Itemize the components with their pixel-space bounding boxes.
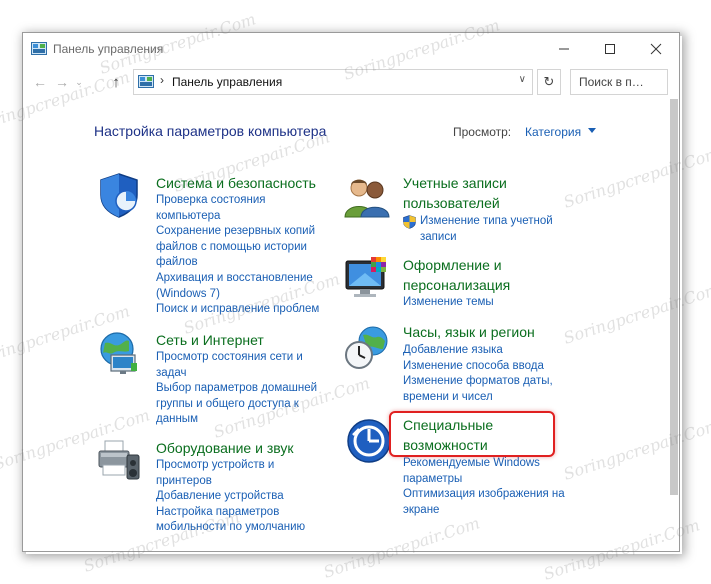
chevron-down-icon[interactable]: ∨ <box>519 74 526 85</box>
category-title-appearance-cont[interactable]: персонализация <box>403 275 510 295</box>
category-title-appearance[interactable]: Оформление и <box>403 255 502 275</box>
link-add-language[interactable]: Добавление языка <box>403 343 503 359</box>
red-highlight-box <box>389 411 555 457</box>
link-network-status[interactable]: Просмотр состояния сети и <box>156 350 303 366</box>
refresh-button[interactable]: ↻ <box>537 69 561 95</box>
link-change-input[interactable]: Изменение способа ввода <box>403 359 544 375</box>
window-title: Панель управления <box>53 42 164 56</box>
shield-icon[interactable] <box>95 171 143 219</box>
back-button[interactable]: ← <box>31 72 49 92</box>
link-devices-printers-cont[interactable]: принтеров <box>156 474 212 490</box>
up-button[interactable]: ↑ <box>107 72 125 92</box>
category-title-hardware[interactable]: Оборудование и звук <box>156 438 294 458</box>
link-change-formats[interactable]: Изменение форматов даты, <box>403 374 553 390</box>
arrow-right-icon: → <box>55 74 69 90</box>
arrow-up-icon: ↑ <box>112 73 120 91</box>
refresh-icon: ↻ <box>543 74 555 89</box>
caret-down-icon[interactable] <box>588 128 596 133</box>
link-check-status-cont[interactable]: компьютера <box>156 209 220 225</box>
link-change-account-type-cont[interactable]: записи <box>420 230 457 246</box>
link-file-history[interactable]: Сохранение резервных копий <box>156 224 315 240</box>
link-optimize-display[interactable]: Оптимизация изображения на <box>403 487 565 503</box>
link-file-history-cont[interactable]: файлов с помощью истории <box>156 240 307 256</box>
page-title: Настройка параметров компьютера <box>94 123 327 139</box>
network-globe-icon[interactable] <box>95 329 143 377</box>
link-recommended-settings-cont[interactable]: параметры <box>403 472 462 488</box>
users-icon[interactable] <box>343 173 391 221</box>
link-mobility-settings[interactable]: Настройка параметров <box>156 505 279 521</box>
search-input[interactable]: Поиск в п… <box>570 69 668 95</box>
arrow-left-icon: ← <box>33 74 47 90</box>
close-button[interactable] <box>633 33 679 65</box>
control-panel-window: Панель управления ← → ⌄ ↑ › Панель управ… <box>22 32 680 552</box>
link-backup-restore-cont[interactable]: (Windows 7) <box>156 287 220 303</box>
category-title-accounts-cont[interactable]: пользователей <box>403 193 500 213</box>
control-panel-icon <box>31 42 47 55</box>
link-mobility-settings-cont[interactable]: мобильности по умолчанию <box>156 520 305 536</box>
link-add-device[interactable]: Добавление устройства <box>156 489 284 505</box>
scrollbar-thumb[interactable] <box>670 99 678 495</box>
link-optimize-display-cont[interactable]: экране <box>403 503 439 519</box>
close-icon <box>650 43 662 55</box>
breadcrumb-item[interactable]: Панель управления <box>172 75 282 89</box>
maximize-icon <box>605 44 615 54</box>
link-change-theme[interactable]: Изменение темы <box>403 295 494 311</box>
link-network-status-cont[interactable]: задач <box>156 366 187 382</box>
monitor-palette-icon[interactable] <box>343 255 391 303</box>
printer-icon[interactable] <box>95 437 143 485</box>
breadcrumb-separator: › <box>160 73 164 87</box>
control-panel-icon <box>138 75 154 88</box>
link-change-account-type[interactable]: Изменение типа учетной <box>420 214 553 230</box>
category-title-security[interactable]: Система и безопасность <box>156 173 316 193</box>
category-title-network[interactable]: Сеть и Интернет <box>156 330 264 350</box>
search-placeholder: Поиск в п… <box>579 75 644 89</box>
category-title-accounts[interactable]: Учетные записи <box>403 173 507 193</box>
link-devices-printers[interactable]: Просмотр устройств и <box>156 458 274 474</box>
maximize-button[interactable] <box>587 33 633 65</box>
link-check-status[interactable]: Проверка состояния <box>156 193 266 209</box>
forward-button[interactable]: → <box>53 72 71 92</box>
clock-globe-icon[interactable] <box>343 323 391 371</box>
link-backup-restore[interactable]: Архивация и восстановление <box>156 271 313 287</box>
recent-pages-button[interactable]: ⌄ <box>73 72 85 92</box>
view-mode-dropdown[interactable]: Категория <box>525 125 581 139</box>
chevron-down-icon: ⌄ <box>75 76 83 87</box>
link-change-formats-cont[interactable]: времени и чисел <box>403 390 493 406</box>
link-homegroup-cont2[interactable]: данным <box>156 412 198 428</box>
ease-of-access-icon[interactable] <box>345 417 393 465</box>
link-homegroup[interactable]: Выбор параметров домашней <box>156 381 317 397</box>
minimize-button[interactable] <box>541 33 587 65</box>
category-title-clock[interactable]: Часы, язык и регион <box>403 322 535 342</box>
address-row: ← → ⌄ ↑ › Панель управления ∨ ↻ Поиск в … <box>23 69 679 95</box>
address-bar[interactable]: › Панель управления ∨ <box>133 69 533 95</box>
uac-shield-icon <box>403 215 416 229</box>
view-label: Просмотр: <box>453 125 512 139</box>
link-troubleshoot[interactable]: Поиск и исправление проблем <box>156 302 319 318</box>
link-recommended-settings[interactable]: Рекомендуемые Windows <box>403 456 540 472</box>
link-homegroup-cont[interactable]: группы и общего доступа к <box>156 397 299 413</box>
minimize-icon <box>559 48 569 50</box>
link-file-history-cont2[interactable]: файлов <box>156 255 198 271</box>
title-bar[interactable]: Панель управления <box>23 33 679 65</box>
